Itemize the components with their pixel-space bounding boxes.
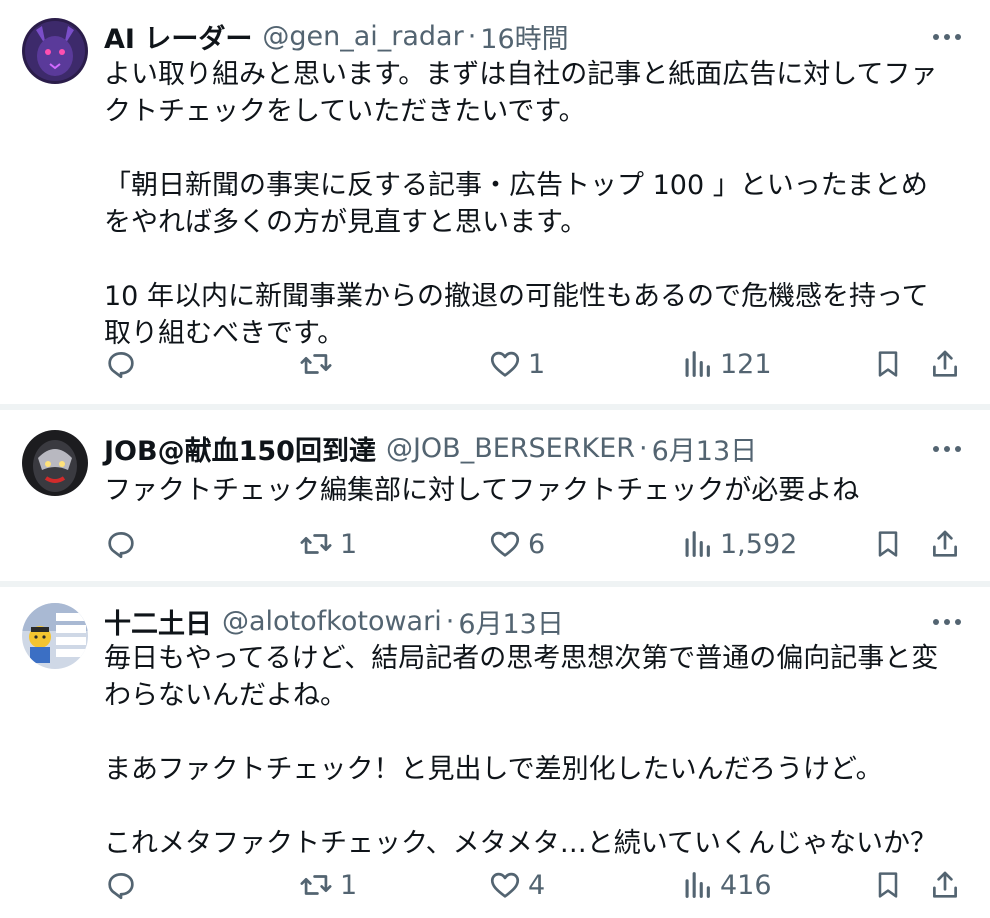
- avatar[interactable]: [22, 18, 88, 84]
- display-name[interactable]: AI レーダー: [104, 17, 252, 56]
- tweet-text: 毎日もやってるけど、結局記者の思考思想次第で普通の偏向記事と変 わらないんだよね…: [104, 643, 939, 859]
- tweet-actions: 1 121: [0, 344, 990, 384]
- retweet-icon: [300, 354, 332, 374]
- more-options-icon[interactable]: [930, 432, 964, 466]
- retweet-button[interactable]: 1: [298, 524, 357, 564]
- share-button[interactable]: [928, 865, 962, 905]
- like-count: 4: [528, 869, 546, 901]
- user-handle[interactable]: @JOB_BERSERKER: [386, 433, 635, 464]
- user-handle[interactable]: @alotofkotowari: [222, 606, 442, 637]
- reply-icon: [108, 532, 134, 559]
- more-options-icon[interactable]: [930, 20, 964, 54]
- bookmark-button[interactable]: [872, 524, 904, 564]
- tweet-actions: 1 4 416: [0, 865, 990, 905]
- tweet-text: よい取り組みと思います。まずは自社の記事と紙面広告に対してファ クトチェックをし…: [104, 59, 938, 349]
- share-icon: [933, 530, 957, 557]
- retweet-icon: [300, 534, 332, 554]
- views-button[interactable]: 1,592: [680, 524, 797, 564]
- timestamp[interactable]: 6月13日: [458, 602, 564, 641]
- tweet-header: 十二土日 @alotofkotowari · 6月13日: [104, 602, 970, 641]
- more-options-icon[interactable]: [930, 605, 964, 639]
- views-icon: [685, 531, 710, 557]
- bookmark-icon: [878, 872, 898, 898]
- reply-button[interactable]: [104, 865, 138, 905]
- view-count: 416: [720, 869, 772, 901]
- retweet-button[interactable]: [298, 344, 340, 384]
- bookmark-button[interactable]: [872, 865, 904, 905]
- like-count: 1: [528, 348, 546, 380]
- tweet-header: AI レーダー @gen_ai_radar · 16時間: [104, 17, 970, 56]
- like-button[interactable]: 4: [488, 865, 545, 905]
- avatar[interactable]: [22, 430, 88, 496]
- reply-button[interactable]: [104, 524, 138, 564]
- timestamp[interactable]: 6月13日: [652, 429, 758, 468]
- views-icon: [685, 351, 710, 377]
- views-icon: [685, 872, 710, 898]
- separator-dot: ·: [467, 20, 477, 52]
- share-button[interactable]: [928, 344, 962, 384]
- tweet-actions: 1 6 1,592: [0, 524, 990, 564]
- separator-dot: ·: [445, 605, 455, 637]
- timestamp[interactable]: 16時間: [480, 17, 568, 56]
- share-icon: [933, 871, 957, 898]
- user-handle[interactable]: @gen_ai_radar: [262, 21, 463, 52]
- heart-icon: [490, 351, 520, 377]
- reply-button[interactable]: [104, 344, 138, 384]
- tweet[interactable]: JOB@献血150回到達 @JOB_BERSERKER · 6月13日 ファクト…: [0, 410, 990, 581]
- views-button[interactable]: 121: [680, 344, 772, 384]
- heart-icon: [490, 531, 520, 557]
- heart-icon: [490, 872, 520, 898]
- views-button[interactable]: 416: [680, 865, 772, 905]
- tweet-text: ファクトチェック編集部に対してファクトチェックが必要よね: [104, 475, 860, 506]
- reply-icon: [108, 352, 134, 379]
- share-icon: [933, 350, 957, 377]
- avatar[interactable]: [22, 603, 88, 669]
- tweet[interactable]: 十二土日 @alotofkotowari · 6月13日 毎日もやってるけど、結…: [0, 587, 990, 918]
- retweet-count: 1: [340, 528, 358, 560]
- display-name[interactable]: JOB@献血150回到達: [104, 429, 376, 468]
- display-name[interactable]: 十二土日: [104, 602, 212, 641]
- view-count: 1,592: [720, 528, 798, 560]
- bookmark-button[interactable]: [872, 344, 904, 384]
- separator-dot: ·: [639, 432, 648, 464]
- bookmark-icon: [878, 351, 898, 377]
- reply-icon: [108, 873, 134, 900]
- retweet-button[interactable]: 1: [298, 865, 357, 905]
- share-button[interactable]: [928, 524, 962, 564]
- like-button[interactable]: 6: [488, 524, 545, 564]
- tweet[interactable]: AI レーダー @gen_ai_radar · 16時間 よい取り組みと思います…: [0, 0, 990, 404]
- tweet-header: JOB@献血150回到達 @JOB_BERSERKER · 6月13日: [104, 429, 970, 468]
- like-button[interactable]: 1: [488, 344, 545, 384]
- retweet-count: 1: [340, 869, 358, 901]
- like-count: 6: [528, 528, 546, 560]
- bookmark-icon: [878, 531, 898, 557]
- view-count: 121: [720, 348, 772, 380]
- retweet-icon: [300, 875, 332, 895]
